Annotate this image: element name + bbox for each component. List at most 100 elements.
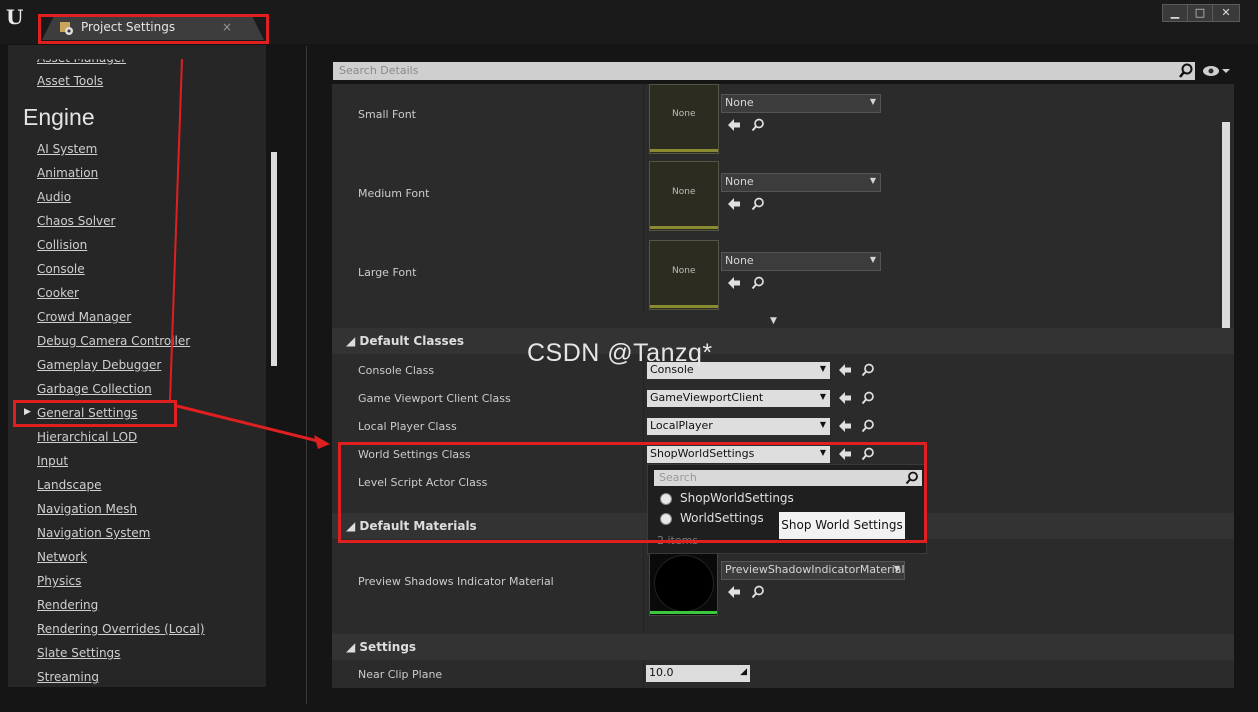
font-thumbnail[interactable]: None: [649, 84, 719, 154]
nav-item-navigation-mesh[interactable]: Navigation Mesh: [37, 502, 137, 516]
eye-visibility-icon[interactable]: [1202, 64, 1230, 78]
search-placeholder: Search Details: [339, 64, 419, 77]
row-label-medium-font: Medium Font: [358, 187, 430, 200]
thumbnail-label: None: [672, 187, 696, 197]
combo-value: None: [725, 254, 754, 267]
use-selected-arrow-icon[interactable]: [727, 585, 741, 599]
resize-handle-icon[interactable]: ◢: [740, 667, 747, 677]
row-label-console-class: Console Class: [358, 364, 435, 377]
nav-item-gameplay-debugger[interactable]: Gameplay Debugger: [37, 358, 161, 372]
minimize-button[interactable]: ▁: [1162, 4, 1188, 22]
nav-item-asset-tools[interactable]: Asset Tools: [37, 74, 103, 88]
game-viewport-client-class-combo[interactable]: GameViewportClient ▼: [647, 390, 830, 407]
nav-item-rendering-overrides-local[interactable]: Rendering Overrides (Local): [37, 622, 205, 636]
unreal-logo-icon: U: [6, 5, 24, 29]
input-value: 10.0: [649, 666, 674, 679]
combo-value: None: [725, 96, 754, 109]
row-label-near-clip-plane: Near Clip Plane: [358, 668, 443, 681]
row-label-game-viewport-client-class: Game Viewport Client Class: [358, 392, 511, 405]
nav-item-crowd-manager[interactable]: Crowd Manager: [37, 310, 131, 324]
browse-search-icon[interactable]: [751, 276, 765, 290]
material-thumbnail[interactable]: [649, 552, 718, 616]
chevron-down-icon: ▼: [869, 97, 876, 106]
nav-item-cooker[interactable]: Cooker: [37, 286, 79, 300]
maximize-button[interactable]: □: [1187, 4, 1213, 22]
browse-search-icon[interactable]: [751, 118, 765, 132]
nav-item-ai-system[interactable]: AI System: [37, 142, 97, 156]
row-label-preview-shadows-material: Preview Shadows Indicator Material: [358, 575, 554, 588]
chevron-down-icon: ▼: [819, 420, 826, 429]
nav-item-input[interactable]: Input: [37, 454, 68, 468]
row-label-large-font: Large Font: [358, 266, 417, 279]
nav-item-audio[interactable]: Audio: [37, 190, 71, 204]
row-label-local-player-class: Local Player Class: [358, 420, 457, 433]
details-scrollbar[interactable]: [1222, 122, 1230, 346]
near-clip-plane-input[interactable]: 10.0 ◢: [646, 665, 750, 682]
use-selected-arrow-icon[interactable]: [838, 419, 852, 433]
nav-item-collision[interactable]: Collision: [37, 238, 87, 252]
search-icon[interactable]: [1178, 63, 1194, 79]
row-label-small-font: Small Font: [358, 108, 416, 121]
combo-value: LocalPlayer: [650, 419, 713, 432]
nav-item-navigation-system[interactable]: Navigation System: [37, 526, 150, 540]
nav-item-debug-camera-controller[interactable]: Debug Camera Controller: [37, 334, 190, 348]
nav-item-network[interactable]: Network: [37, 550, 87, 564]
browse-search-icon[interactable]: [751, 197, 765, 211]
use-selected-arrow-icon[interactable]: [727, 276, 741, 290]
nav-item-streaming[interactable]: Streaming: [37, 670, 99, 684]
panel-separator: [306, 46, 307, 704]
close-window-button[interactable]: ✕: [1212, 4, 1240, 22]
small-font-combo[interactable]: None ▼: [721, 94, 881, 113]
thumbnail-label: None: [672, 109, 696, 119]
thumbnail-bar: [650, 149, 718, 152]
thumbnail-bar: [650, 611, 717, 614]
use-selected-arrow-icon[interactable]: [727, 197, 741, 211]
section-title-text: Default Classes: [359, 334, 464, 348]
nav-item-animation[interactable]: Animation: [37, 166, 98, 180]
nav-item-chaos-solver[interactable]: Chaos Solver: [37, 214, 115, 228]
section-title-settings: ◢ Settings: [346, 640, 417, 654]
combo-value: PreviewShadowIndicatorMaterial: [725, 563, 905, 576]
section-title-text: Settings: [359, 640, 417, 654]
material-sphere: [654, 555, 714, 612]
chevron-down-icon: ▼: [893, 564, 900, 573]
section-header-settings[interactable]: [332, 634, 1234, 660]
browse-search-icon[interactable]: [861, 419, 875, 433]
use-selected-arrow-icon[interactable]: [727, 118, 741, 132]
medium-font-combo[interactable]: None ▼: [721, 173, 881, 192]
column-separator: [643, 84, 644, 312]
thumbnail-label: None: [672, 266, 696, 276]
nav-item-physics[interactable]: Physics: [37, 574, 81, 588]
nav-section-engine: Engine: [23, 104, 95, 130]
font-thumbnail[interactable]: None: [649, 161, 719, 231]
chevron-down-icon: ▼: [819, 364, 826, 373]
section-title-default-classes: ◢ Default Classes: [346, 334, 464, 348]
local-player-class-combo[interactable]: LocalPlayer ▼: [647, 418, 830, 435]
browse-search-icon[interactable]: [751, 585, 765, 599]
nav-item-rendering[interactable]: Rendering: [37, 598, 98, 612]
nav-item-slate-settings[interactable]: Slate Settings: [37, 646, 120, 660]
combo-value: None: [725, 175, 754, 188]
thumbnail-bar: [650, 305, 718, 308]
preview-shadow-material-combo[interactable]: PreviewShadowIndicatorMaterial ▼: [721, 561, 905, 580]
font-thumbnail[interactable]: None: [649, 240, 719, 310]
use-selected-arrow-icon[interactable]: [838, 363, 852, 377]
browse-search-icon[interactable]: [861, 391, 875, 405]
use-selected-arrow-icon[interactable]: [838, 391, 852, 405]
chevron-down-icon: ▼: [819, 392, 826, 401]
watermark: CSDN @Tanzq*: [527, 339, 713, 367]
browse-search-icon[interactable]: [861, 363, 875, 377]
nav-scrollbar[interactable]: [271, 152, 277, 366]
expand-advanced-icon[interactable]: ▼: [770, 316, 777, 326]
nav-item-hierarchical-lod[interactable]: Hierarchical LOD: [37, 430, 137, 444]
nav-item-landscape[interactable]: Landscape: [37, 478, 101, 492]
chevron-down-icon: ▼: [869, 255, 876, 264]
annotation-box-world-settings: [338, 442, 927, 543]
large-font-combo[interactable]: None ▼: [721, 252, 881, 271]
section-header-default-classes[interactable]: [332, 328, 1234, 354]
nav-item-garbage-collection[interactable]: Garbage Collection: [37, 382, 152, 396]
search-details-input[interactable]: [333, 62, 1195, 80]
annotation-box-general-settings: [13, 400, 177, 427]
column-separator: [643, 660, 644, 688]
nav-item-console[interactable]: Console: [37, 262, 85, 276]
